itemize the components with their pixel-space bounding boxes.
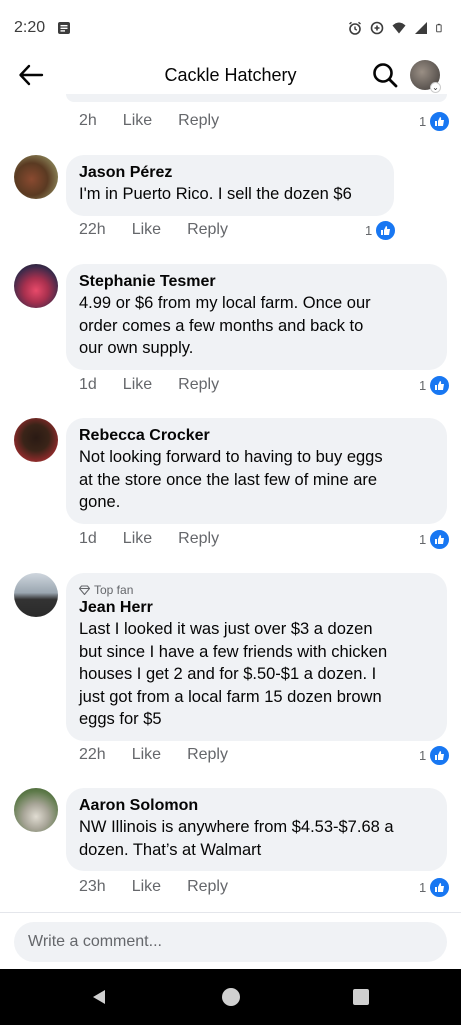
comment-time: 22h xyxy=(79,746,106,763)
reply-button[interactable]: Reply xyxy=(178,112,219,130)
thumbs-up-icon xyxy=(428,110,452,133)
like-button[interactable]: Like xyxy=(132,878,161,896)
notification-icon xyxy=(58,22,71,34)
reaction-count[interactable]: 1 xyxy=(419,528,452,551)
avatar[interactable] xyxy=(14,155,58,199)
comment-text-line: but since I have a few friends with chic… xyxy=(79,642,388,661)
like-button[interactable]: Like xyxy=(132,746,161,764)
search-icon xyxy=(373,63,398,88)
thumbs-up-icon xyxy=(428,876,452,899)
comment-text-line: dozen. That’s at Walmart xyxy=(79,840,262,859)
comment-author[interactable]: Aaron Solomon xyxy=(79,796,434,816)
previous-comment-bubble xyxy=(66,94,447,102)
reaction-count-value: 1 xyxy=(419,532,427,547)
comment-meta: 1d Like Reply xyxy=(79,376,245,394)
comment-text-line: Last I looked it was just over $3 a doze… xyxy=(79,620,373,638)
nav-back-icon[interactable] xyxy=(90,988,108,1006)
comment-text-line: NW Illinois is anywhere from $4.53-$7.68… xyxy=(79,818,394,836)
comment-author[interactable]: Stephanie Tesmer xyxy=(79,272,434,292)
like-button[interactable]: Like xyxy=(132,221,161,239)
reaction-count-value: 1 xyxy=(419,114,427,129)
nav-recents-icon[interactable] xyxy=(353,989,369,1005)
comment-text-line: gone. xyxy=(79,493,121,511)
comment-text-line: 4.99 or $6 from my local farm. Once our xyxy=(79,294,371,312)
comment-time: 1d xyxy=(79,376,97,393)
comment-bubble: Rebecca Crocker Not looking forward to h… xyxy=(66,418,447,524)
thumbs-up-icon xyxy=(428,374,452,397)
like-button[interactable]: Like xyxy=(123,112,152,130)
status-bar: 2:20 xyxy=(0,0,461,56)
back-button[interactable] xyxy=(14,60,48,90)
comment-meta: 22h Like Reply xyxy=(79,221,254,239)
comment-bubble: Aaron Solomon NW Illinois is anywhere fr… xyxy=(66,788,447,871)
comment-bubble: Jason Pérez I'm in Puerto Rico. I sell t… xyxy=(66,155,394,216)
avatar[interactable] xyxy=(14,788,58,832)
divider xyxy=(0,912,461,913)
reply-button[interactable]: Reply xyxy=(187,878,228,896)
comment-bubble: Top fan Jean Herr Last I looked it was j… xyxy=(66,573,447,741)
reaction-count-value: 1 xyxy=(365,223,373,238)
comment-meta: 2h Like Reply xyxy=(79,112,245,130)
data-saver-icon xyxy=(370,21,384,35)
reaction-count-value: 1 xyxy=(419,748,427,763)
reaction-count-value: 1 xyxy=(419,880,427,895)
top-fan-badge: Top fan xyxy=(79,582,434,598)
comment-input[interactable]: Write a comment... xyxy=(14,922,447,962)
comment-author[interactable]: Rebecca Crocker xyxy=(79,426,434,446)
chevron-down-icon: ⌄ xyxy=(430,82,441,93)
comment-text-line: our own supply. xyxy=(79,339,194,357)
thumbs-up-icon xyxy=(428,744,452,767)
comment-text-line: houses I get 2 and for $.50-$1 a dozen. … xyxy=(79,665,377,683)
app-header: Cackle Hatchery ⌄ xyxy=(0,56,461,94)
battery-icon xyxy=(436,23,442,33)
nav-home-icon[interactable] xyxy=(222,988,240,1006)
like-button[interactable]: Like xyxy=(123,530,152,548)
avatar[interactable] xyxy=(14,418,58,462)
search-button[interactable] xyxy=(369,59,401,91)
comment-author[interactable]: Jason Pérez xyxy=(79,163,381,183)
comment-meta: 1d Like Reply xyxy=(79,530,245,548)
comment-text-line: order comes a few months and back to xyxy=(79,316,364,335)
reply-button[interactable]: Reply xyxy=(187,221,228,239)
reaction-count[interactable]: 1 xyxy=(419,744,452,767)
comment-bubble: Stephanie Tesmer 4.99 or $6 from my loca… xyxy=(66,264,447,370)
comment-text-line: just got from a local farm 15 dozen brow… xyxy=(79,687,382,706)
comment-time: 2h xyxy=(79,112,97,129)
page-title: Cackle Hatchery xyxy=(164,64,297,85)
signal-icon xyxy=(415,22,427,34)
comment-text-line: at the store once the last few of mine a… xyxy=(79,470,378,489)
comment-meta: 22h Like Reply xyxy=(79,746,254,764)
reaction-count[interactable]: 1 xyxy=(365,219,398,242)
comment-input-placeholder: Write a comment... xyxy=(28,933,162,950)
like-button[interactable]: Like xyxy=(123,376,152,394)
alarm-icon xyxy=(349,21,361,35)
comment-time: 22h xyxy=(79,221,106,238)
comment-time: 23h xyxy=(79,878,106,895)
comment-text-line: eggs for $5 xyxy=(79,710,162,728)
reply-button[interactable]: Reply xyxy=(178,376,219,394)
avatar[interactable] xyxy=(14,573,58,617)
avatar[interactable] xyxy=(14,264,58,308)
reaction-count[interactable]: 1 xyxy=(419,374,452,397)
diamond-icon xyxy=(79,585,90,595)
status-time: 2:20 xyxy=(14,19,46,36)
thumbs-up-icon xyxy=(428,528,452,551)
comment-author[interactable]: Jean Herr xyxy=(79,598,434,618)
reply-button[interactable]: Reply xyxy=(178,530,219,548)
reaction-count[interactable]: 1 xyxy=(419,876,452,899)
arrow-left-icon xyxy=(19,64,44,86)
comment-time: 1d xyxy=(79,530,97,547)
comment-text-line: Not looking forward to having to buy egg… xyxy=(79,448,383,466)
thumbs-up-icon xyxy=(374,219,398,242)
reply-button[interactable]: Reply xyxy=(187,746,228,764)
system-nav-bar xyxy=(0,969,461,1025)
wifi-icon xyxy=(392,22,406,34)
top-fan-label: Top fan xyxy=(94,583,134,597)
comment-meta: 23h Like Reply xyxy=(79,878,254,896)
comment-text: I'm in Puerto Rico. I sell the dozen $6 xyxy=(79,185,352,203)
reaction-count-value: 1 xyxy=(419,378,427,393)
reaction-count[interactable]: 1 xyxy=(419,110,452,133)
